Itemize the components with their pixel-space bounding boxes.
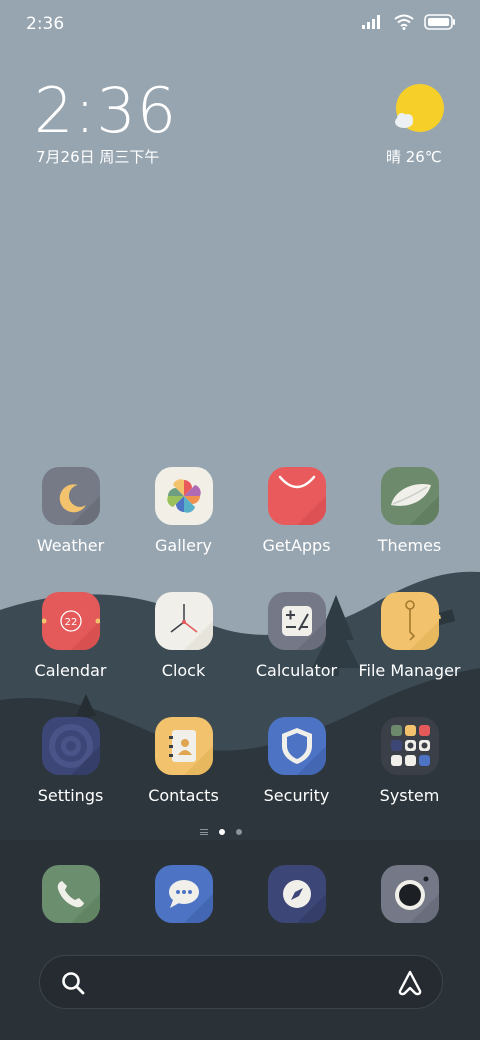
app-label: GetApps [262, 536, 331, 555]
app-weather[interactable]: Weather [14, 467, 127, 555]
app-label: Gallery [155, 536, 212, 555]
widget-date[interactable]: 7月26日 周三下午 [36, 146, 159, 167]
calendar-icon: 22 [41, 592, 100, 650]
app-system-folder[interactable]: System [353, 717, 466, 805]
app-label: Contacts [148, 786, 219, 805]
list-menu-icon[interactable] [200, 829, 208, 835]
app-label: Clock [161, 661, 206, 680]
page-dot[interactable] [236, 829, 242, 835]
status-time: 2:36 [26, 14, 65, 34]
app-clock[interactable]: Clock [127, 592, 240, 680]
battery-icon [424, 14, 455, 30]
camera-icon[interactable] [381, 865, 439, 923]
app-label: Settings [37, 786, 104, 805]
app-label: Security [263, 786, 330, 805]
wifi-icon [394, 14, 414, 30]
widget-clock[interactable]: 2:36 [34, 74, 177, 147]
messages-icon[interactable] [155, 865, 213, 923]
app-themes[interactable]: Themes [353, 467, 466, 555]
app-file-manager[interactable]: File Manager [353, 592, 466, 680]
app-calculator[interactable]: Calculator [240, 592, 353, 680]
contacts-icon [154, 717, 213, 775]
folder-icon [380, 592, 439, 650]
phone-icon[interactable] [42, 865, 100, 923]
calendar-day-number: 22 [64, 617, 77, 628]
app-settings[interactable]: Settings [14, 717, 127, 805]
compass-browser-icon[interactable] [268, 865, 326, 923]
weather-app-icon [41, 467, 100, 525]
shield-icon [267, 717, 326, 775]
app-label: Calculator [255, 661, 338, 680]
status-icons [362, 14, 456, 30]
leaf-icon [380, 467, 439, 525]
app-label: Weather [36, 536, 105, 555]
search-icon[interactable] [60, 970, 86, 996]
page-indicator[interactable] [200, 829, 242, 835]
app-label: Themes [377, 536, 442, 555]
settings-icon [41, 717, 100, 775]
gallery-pinwheel-icon [154, 467, 213, 525]
app-calendar[interactable]: 22 Calendar [14, 592, 127, 680]
app-security[interactable]: Security [240, 717, 353, 805]
assistant-icon[interactable] [396, 969, 424, 997]
folder-grid-icon [380, 717, 439, 775]
signal-icon [362, 15, 380, 29]
app-getapps[interactable]: GetApps [240, 467, 353, 555]
app-gallery[interactable]: Gallery [127, 467, 240, 555]
page-dot-active[interactable] [219, 829, 225, 835]
app-label: System [379, 786, 440, 805]
sun-cloud-icon[interactable] [392, 84, 444, 136]
clock-icon [154, 592, 213, 650]
app-label: File Manager [358, 661, 461, 680]
app-label: Calendar [34, 661, 107, 680]
search-bar[interactable] [39, 955, 443, 1009]
widget-weather[interactable]: 晴 26℃ [386, 146, 442, 167]
calculator-icon [267, 592, 326, 650]
shopping-bag-icon [267, 467, 326, 525]
app-contacts[interactable]: Contacts [127, 717, 240, 805]
